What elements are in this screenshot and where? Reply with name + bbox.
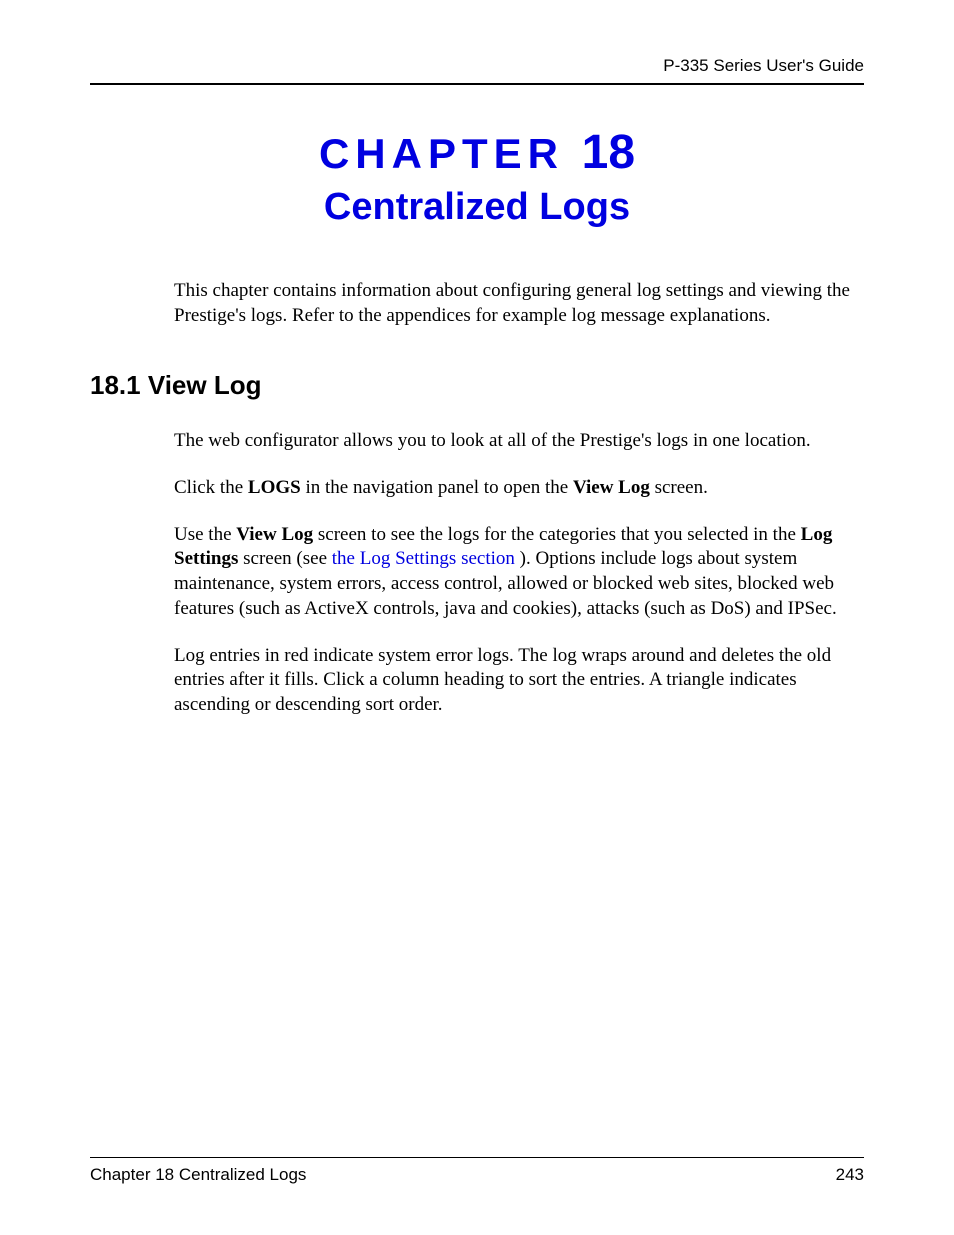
p3-mid2: screen (see [238,548,331,569]
footer-rule [90,1157,864,1158]
section-p4: Log entries in red indicate system error… [174,644,864,718]
p3-mid1: screen to see the logs for the categorie… [313,524,801,545]
header-rule [90,83,864,85]
p2-viewlog-bold: View Log [573,477,650,498]
p2-post: screen. [650,477,708,498]
chapter-intro: This chapter contains information about … [174,279,864,328]
p3-pre: Use the [174,524,236,545]
footer-page-number: 243 [836,1165,864,1185]
running-header: P-335 Series User's Guide [90,56,864,83]
chapter-label: CHAPTER 18 [90,125,864,180]
section-heading: 18.1 View Log [90,370,864,401]
chapter-heading-block: CHAPTER 18 Centralized Logs [90,125,864,229]
p2-pre: Click the [174,477,248,498]
footer-chapter-ref: Chapter 18 Centralized Logs [90,1165,306,1185]
p2-mid: in the navigation panel to open the [301,477,573,498]
section-p1: The web configurator allows you to look … [174,429,864,454]
chapter-number: 18 [582,126,635,179]
chapter-title: Centralized Logs [90,186,864,229]
p3-viewlog-bold: View Log [236,524,313,545]
p2-logs-bold: LOGS [248,477,301,498]
section-p2: Click the LOGS in the navigation panel t… [174,476,864,501]
chapter-label-word: CHAPTER [319,130,564,177]
section-p3: Use the View Log screen to see the logs … [174,523,864,622]
log-settings-link[interactable]: the Log Settings section [332,548,520,569]
page-footer: Chapter 18 Centralized Logs 243 [90,1157,864,1185]
